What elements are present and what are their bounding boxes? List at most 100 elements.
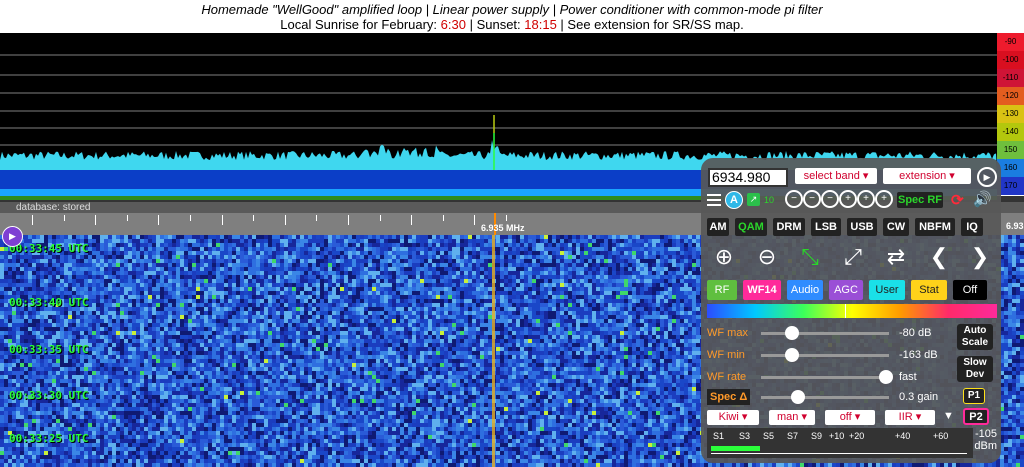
stat-colormap-button[interactable]: Stat	[911, 280, 947, 300]
header-sep: | Sunset:	[465, 17, 525, 32]
db-scale-label: -110	[997, 69, 1024, 87]
header-line-1: Homemade "WellGood" amplified loop | Lin…	[201, 2, 823, 17]
step-minus-icon[interactable]: −	[821, 190, 839, 208]
play-circle-icon[interactable]: ▶	[977, 167, 997, 187]
menu-icon[interactable]	[707, 194, 721, 206]
agc-colormap-button[interactable]: AGC	[829, 280, 863, 300]
s-meter-label: +20	[849, 431, 865, 441]
frequency-tick	[95, 215, 97, 225]
slider-thumb[interactable]	[784, 326, 799, 340]
slow-dev-label: Slow Dev	[963, 357, 987, 380]
zoom-in-icon[interactable]: ⊕	[705, 242, 743, 272]
mode-lsb-button[interactable]: LSB	[811, 218, 841, 236]
db-scale-label: -120	[997, 87, 1024, 105]
select-band-label: select band	[803, 170, 860, 182]
step-plus-icon[interactable]: +	[857, 190, 875, 208]
frequency-tick	[221, 215, 223, 225]
play-icon[interactable]: ▶	[2, 226, 23, 247]
s-meter-label: S7	[787, 431, 799, 441]
kiwisdr-page: Homemade "WellGood" amplified loop | Lin…	[0, 0, 1024, 467]
mode-iq-button[interactable]: IQ	[961, 218, 983, 236]
page-left-icon[interactable]: ❮	[920, 242, 958, 272]
spec-rf-label: Spec RF	[897, 194, 942, 206]
database-status: database: stored	[16, 202, 91, 213]
wf14-colormap-button[interactable]: WF14	[743, 280, 781, 300]
mode-cw-button[interactable]: CW	[883, 218, 909, 236]
mode-nbfm-button[interactable]: NBFM	[915, 218, 955, 236]
db-scale-label: 150	[997, 141, 1024, 159]
iir-dropdown-value: IIR	[898, 411, 913, 423]
page-right-icon[interactable]: ❯	[961, 242, 999, 272]
iir-dropdown[interactable]: IIR ▾	[885, 410, 935, 425]
p2-button[interactable]: P2	[963, 408, 989, 425]
band-fit-icon[interactable]: ⇄	[877, 242, 915, 272]
header-line-2: Local Sunrise for February: 6:30 | Sunse…	[0, 17, 1024, 32]
filter-dropdown[interactable]: off ▾	[825, 410, 875, 425]
slow-dev-button[interactable]: Slow Dev	[957, 356, 993, 382]
extension-label: extension	[899, 170, 947, 182]
refresh-icon[interactable]: ⟳	[951, 191, 964, 209]
off-colormap-button[interactable]: Off	[953, 280, 987, 300]
collapse-icon[interactable]: ▼	[943, 410, 954, 422]
rf-colormap-button[interactable]: RF	[707, 280, 737, 300]
mode-dropdown[interactable]: man ▾	[769, 410, 815, 425]
frequency-tick	[158, 215, 160, 225]
step-minus-icon[interactable]: −	[785, 190, 803, 208]
mode-am-button[interactable]: AM	[707, 218, 729, 236]
step-plus-icon[interactable]: +	[875, 190, 893, 208]
edit-icon[interactable]: ↗	[747, 193, 760, 206]
slider-row: Spec Δ 0.3 gain	[707, 388, 957, 406]
zoom-out-icon[interactable]: ⊖	[748, 242, 786, 272]
mode-dropdown-value: man	[777, 411, 799, 423]
slider-label: Spec Δ	[707, 389, 751, 405]
slider-value: -80 dB	[899, 327, 932, 339]
extension-dropdown[interactable]: extension ▾	[883, 168, 971, 184]
slider-thumb[interactable]	[790, 390, 805, 404]
step-label: 10	[764, 195, 775, 205]
s-meter-readout: -105 dBm	[971, 428, 997, 452]
step-minus-icon[interactable]: −	[803, 190, 821, 208]
step-plus-icon[interactable]: +	[839, 190, 857, 208]
p2-label: P2	[969, 411, 983, 423]
p1-button[interactable]: P1	[963, 388, 985, 404]
slider-track[interactable]	[761, 332, 889, 335]
a-badge-label: A	[730, 194, 738, 206]
zoom-max-in-icon[interactable]: ⤡	[791, 242, 829, 272]
timestamp: 00:33:35 UTC	[9, 343, 89, 356]
auto-scale-button[interactable]: Auto Scale	[957, 324, 993, 350]
audio-colormap-button[interactable]: Audio	[787, 280, 823, 300]
slider-value: -163 dB	[899, 349, 938, 361]
spec-rf-button[interactable]: Spec RF	[897, 192, 943, 208]
timestamp: 00:33:40 UTC	[9, 296, 89, 309]
slider-track[interactable]	[761, 354, 889, 357]
s-meter-value: -105	[974, 428, 997, 440]
a-badge[interactable]: A	[725, 191, 743, 209]
slider-thumb[interactable]	[879, 370, 893, 384]
select-band-dropdown[interactable]: select band ▾	[795, 168, 877, 184]
mode-drm-button[interactable]: DRM	[773, 218, 805, 236]
slider-value: fast	[899, 371, 917, 383]
spectrum-display[interactable]	[0, 33, 997, 170]
slider-thumb[interactable]	[784, 348, 799, 362]
header-prefix: Local Sunrise for February:	[280, 17, 441, 32]
speaker-icon[interactable]: 🔊	[973, 190, 992, 208]
s-meter-unit: dBm	[974, 440, 997, 452]
center-frequency-label: 6.935 MHz	[481, 223, 525, 233]
timestamp: 00:33:45 UTC	[9, 242, 89, 255]
auto-scale-label: Auto Scale	[961, 325, 989, 348]
zoom-max-out-icon[interactable]: ⤢	[834, 242, 872, 272]
slider-track[interactable]	[761, 376, 889, 379]
right-frequency-label: 6.93	[1006, 221, 1024, 231]
mode-qam-button[interactable]: QAM	[735, 218, 767, 236]
mode-usb-button[interactable]: USB	[847, 218, 877, 236]
s-meter-label: +60	[933, 431, 949, 441]
frequency-tick	[506, 215, 507, 221]
agc-dropdown[interactable]: Kiwi ▾	[707, 410, 759, 425]
frequency-tick	[126, 215, 128, 221]
slider-label: WF rate	[707, 371, 747, 383]
s-meter-label: S5	[763, 431, 775, 441]
frequency-input[interactable]: 6934.980	[708, 168, 788, 187]
slider-track[interactable]	[761, 396, 889, 399]
s-meter-label: +10	[829, 431, 845, 441]
user-colormap-button[interactable]: User	[869, 280, 905, 300]
